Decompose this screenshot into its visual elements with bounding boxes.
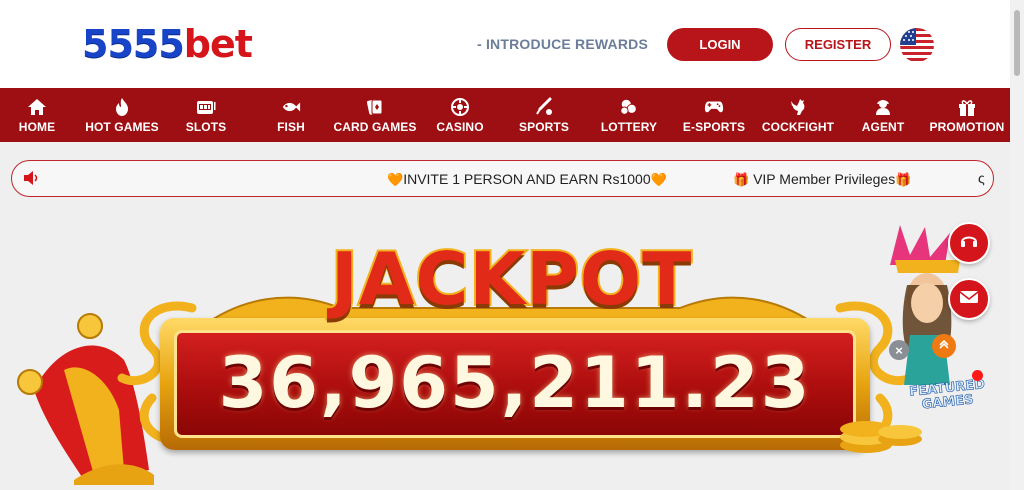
nav-item-sports[interactable]: SPORTS — [518, 88, 570, 142]
nav-item-card-games[interactable]: CARD GAMES — [334, 88, 416, 142]
nav-item-slots[interactable]: SLOTS — [182, 88, 230, 142]
gift-icon: 🎁 — [733, 172, 750, 187]
message-button[interactable] — [948, 278, 990, 320]
heart-icon: 🧡 — [387, 172, 404, 187]
nav-item-cockfight[interactable]: COCKFIGHT — [762, 88, 834, 142]
heart-icon: 🧡 — [650, 172, 667, 187]
nav-item-lottery[interactable]: LOTTERY — [601, 88, 657, 142]
close-icon[interactable]: × — [889, 340, 909, 360]
nav-label: AGENT — [861, 119, 905, 134]
jackpot-banner[interactable]: JACKPOT 36,965,211.23 — [0, 210, 1010, 490]
gamepad-icon — [704, 97, 724, 117]
introduce-rewards-link[interactable]: - INTRODUCE REWARDS — [477, 36, 648, 52]
nav-label: CASINO — [436, 119, 484, 134]
casino-icon — [450, 97, 470, 117]
main-nav: HOME HOT GAMES SLOTS FISH CARD GAMES CAS… — [0, 88, 1010, 142]
nav-item-home[interactable]: HOME — [17, 88, 57, 142]
gift-icon — [957, 97, 977, 117]
speaker-icon — [22, 170, 40, 191]
notification-dot — [972, 370, 983, 381]
marquee-message: 🧡INVITE 1 PERSON AND EARN Rs1000🧡 — [387, 171, 667, 187]
announcement-marquee[interactable]: 🧡INVITE 1 PERSON AND EARN Rs1000🧡 🎁 VIP … — [11, 160, 994, 197]
site-header: 5555bet - INTRODUCE REWARDS LOGIN REGIST… — [0, 0, 1010, 88]
nav-item-agent[interactable]: AGENT — [860, 88, 906, 142]
lottery-icon — [619, 97, 639, 117]
nav-label: HOT GAMES — [85, 119, 159, 134]
nav-label: E-SPORTS — [682, 119, 746, 134]
chevron-up-icon — [938, 337, 950, 355]
logo-number: 5555 — [82, 22, 185, 66]
nav-label: CARD GAMES — [333, 119, 417, 134]
agent-icon — [873, 97, 893, 117]
flame-icon — [112, 97, 132, 117]
site-logo[interactable]: 5555bet — [82, 22, 253, 66]
headset-icon — [959, 231, 979, 256]
cards-icon — [365, 97, 385, 117]
customer-support-button[interactable] — [948, 222, 990, 264]
login-button[interactable]: LOGIN — [667, 28, 773, 61]
marquee-message: ς — [978, 170, 985, 186]
gift-icon: 🎁 — [895, 172, 912, 187]
page-scrollbar[interactable] — [1010, 0, 1024, 490]
nav-item-hot-games[interactable]: HOT GAMES — [85, 88, 159, 142]
nav-item-fish[interactable]: FISH — [271, 88, 311, 142]
mail-icon — [959, 289, 979, 310]
nav-label: SPORTS — [519, 119, 569, 134]
us-flag-icon[interactable] — [900, 28, 934, 62]
nav-label: SLOTS — [185, 119, 227, 134]
nav-item-casino[interactable]: CASINO — [434, 88, 486, 142]
nav-item-e-sports[interactable]: E-SPORTS — [683, 88, 745, 142]
home-icon — [27, 97, 47, 117]
jackpot-amount: 36,965,211.23 — [218, 342, 812, 424]
marquee-message: 🎁 VIP Member Privileges🎁 — [733, 171, 912, 187]
scroll-top-button[interactable] — [932, 334, 956, 358]
slot-machine-icon — [196, 97, 216, 117]
nav-label: PROMOTION — [929, 119, 1005, 134]
rooster-icon — [788, 97, 808, 117]
nav-label: FISH — [277, 119, 305, 134]
nav-item-promotion[interactable]: PROMOTION — [929, 88, 1005, 142]
fish-icon — [281, 97, 301, 117]
nav-label: HOME — [18, 119, 56, 134]
scrollbar-thumb[interactable] — [1014, 10, 1020, 76]
sports-icon — [534, 97, 554, 117]
register-button[interactable]: REGISTER — [785, 28, 891, 61]
nav-label: COCKFIGHT — [761, 119, 835, 134]
jackpot-title: JACKPOT — [329, 236, 693, 322]
logo-text: bet — [183, 22, 253, 66]
nav-label: LOTTERY — [600, 119, 658, 134]
